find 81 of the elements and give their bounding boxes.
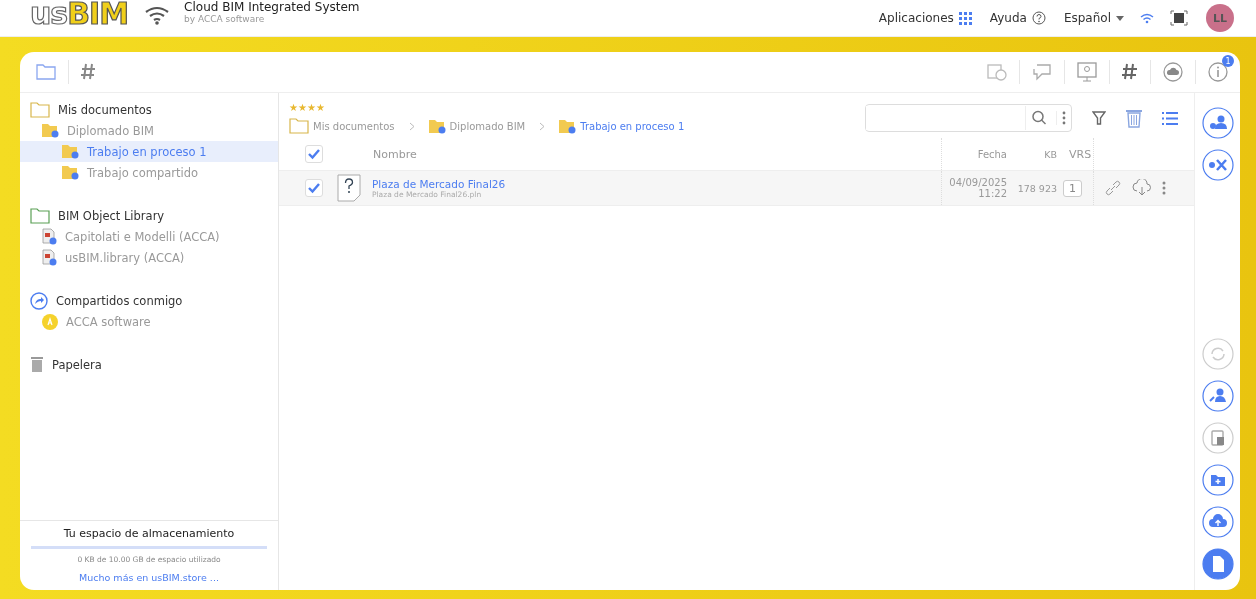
logo-text: us [30,0,68,31]
tree-item[interactable]: Capitolati e Modelli (ACCA) [20,226,278,247]
wifi-icon [1140,12,1154,24]
column-header[interactable]: VRS [1069,147,1092,161]
cloud-download-icon[interactable] [1132,179,1152,197]
cloud-upload-icon[interactable] [1201,506,1234,538]
notification-badge: 1 [1222,55,1234,67]
cloud-icon[interactable] [1163,62,1183,82]
user-avatar[interactable]: LL [1206,4,1234,32]
breadcrumb-item[interactable]: Mis documentos [289,118,395,134]
tree-item[interactable]: Trabajo compartido [20,162,278,183]
tree-item[interactable]: ACCA software [20,311,278,332]
grid-icon[interactable] [958,11,972,25]
folder-icon [289,118,309,134]
filter-icon[interactable] [1092,111,1106,125]
star-rating[interactable]: ★★★★ [289,102,865,114]
star-icon: ★ [297,102,307,114]
info-icon[interactable] [1208,62,1228,82]
tree-item[interactable]: BIM Object Library [20,205,278,226]
doc-icon [42,249,57,266]
tree-item[interactable]: Papelera [20,354,278,375]
user-settings-icon[interactable] [1201,107,1234,139]
help-link[interactable]: Ayuda [989,11,1027,25]
share-user-icon[interactable] [1201,380,1234,412]
folder-icon [30,101,50,118]
chat-icon[interactable] [1032,63,1052,81]
star-icon: ★ [289,102,298,114]
app-title: Cloud BIM Integrated System [184,0,360,14]
row-checkbox[interactable] [305,179,323,197]
breadcrumb-item[interactable]: Diplomado BIM [428,118,526,134]
column-header[interactable]: Nombre [373,147,417,161]
user-icon [42,313,58,330]
column-header[interactable]: KB [1044,148,1057,160]
star-icon: ★ [315,102,325,114]
tree-item[interactable]: Mis documentos [20,99,278,120]
shared-icon [30,291,48,310]
file-time: 11:22 [978,188,1007,199]
language-selector[interactable]: Español [1063,11,1111,25]
search-field[interactable] [865,104,1072,132]
hashtag-icon[interactable] [1122,63,1138,81]
chevron-icon [408,121,415,131]
shared-folder-icon [559,118,577,134]
version-badge[interactable]: 1 [1063,179,1082,197]
library-icon [30,207,50,224]
list-view-icon[interactable] [1162,111,1178,125]
logo-text: BIM [67,0,129,31]
folder-icon[interactable] [36,64,56,80]
file-size: 178 923 [1016,182,1058,194]
shared-folder-icon [428,118,446,134]
presentation-icon[interactable] [1077,62,1097,82]
store-link[interactable]: Mucho más en usBIM.store ... [79,572,219,583]
trash-icon [30,356,44,373]
chevron-icon [539,121,546,131]
tree-item[interactable]: Compartidos conmigo [20,290,278,311]
shared-folder-icon [62,165,79,180]
column-header[interactable]: Fecha [977,148,1007,160]
app-subtitle: by ACCA software [184,14,266,24]
caret-icon[interactable] [1116,15,1124,21]
link-icon[interactable] [1104,179,1122,197]
new-folder-icon[interactable] [1201,464,1234,496]
doc-icon [42,228,57,245]
trash-icon[interactable] [1126,108,1142,128]
shared-folder-icon [42,123,59,138]
tree-item[interactable]: Diplomado BIM [20,120,278,141]
hashtag-icon[interactable] [81,63,97,81]
clipboard-icon[interactable] [1201,422,1234,454]
star-icon: ★ [306,102,316,114]
file-date: 04/09/2025 [949,177,1007,188]
shared-folder-icon [62,144,79,159]
unknown-file-icon [337,174,361,202]
help-icon[interactable] [1031,11,1046,25]
storage-title: Tu espacio de almacenamiento [62,527,236,540]
more-icon[interactable] [1162,180,1166,196]
tree-item[interactable]: Trabajo en proceso 1 [20,141,278,162]
file-name[interactable]: Plaza de Mercado Final26 [372,177,941,190]
apps-link[interactable]: Aplicaciones [878,11,954,25]
fullscreen-icon[interactable] [1170,10,1188,26]
new-document-icon[interactable] [1201,548,1234,580]
breadcrumb-item[interactable]: Trabajo en proceso 1 [559,118,685,134]
tree-item[interactable]: usBIM.library (ACCA) [20,247,278,268]
select-all-checkbox[interactable] [305,145,323,163]
